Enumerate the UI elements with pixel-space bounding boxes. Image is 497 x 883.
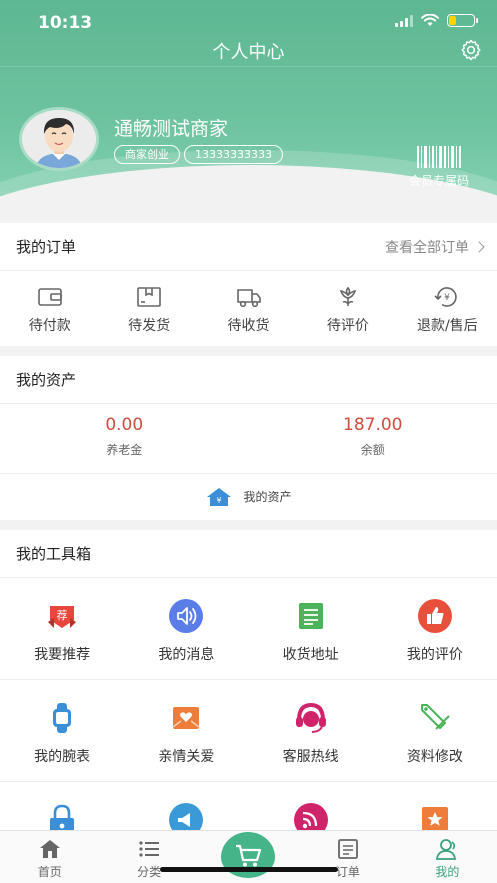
order-pending-shipment-label: 待发货 — [128, 318, 171, 334]
page-title: 个人中心 — [212, 42, 285, 63]
tab-orders-label: 订单 — [335, 865, 360, 879]
tab-home-label: 首页 — [37, 865, 62, 879]
role-badge: 商家创业 — [114, 145, 180, 164]
chevron-right-icon — [473, 240, 485, 253]
svg-text:荐: 荐 — [57, 609, 68, 622]
flower-icon — [339, 286, 357, 306]
barcode-icon — [401, 146, 477, 168]
home-indicator — [160, 867, 338, 872]
pension-asset[interactable]: 0.00 养老金 — [0, 404, 249, 473]
list-icon — [139, 841, 160, 857]
member-code-label: 会员专属码 — [408, 174, 469, 188]
user-icon — [436, 839, 457, 860]
assets-header: 我的资产 — [0, 356, 497, 404]
my-assets-label: 我的资产 — [243, 490, 292, 504]
balance-value: 187.00 — [343, 415, 403, 435]
tool-messages-label: 我的消息 — [158, 647, 215, 663]
tool-hotline[interactable]: 客服热线 — [248, 680, 373, 782]
orders-header: 我的订单 查看全部订单 — [0, 223, 497, 271]
truck-icon — [236, 289, 261, 308]
headset-icon — [295, 702, 326, 733]
phone-badge: 13333333333 — [184, 145, 283, 164]
balance-asset[interactable]: 187.00 余额 — [249, 404, 497, 473]
tool-address[interactable]: 收货地址 — [248, 578, 373, 680]
avatar-illustration — [22, 110, 96, 168]
order-pending-receipt-label: 待收货 — [227, 318, 270, 334]
tool-family-care[interactable]: 亲情关爱 — [124, 680, 249, 782]
cart-icon — [236, 844, 262, 867]
user-name: 通畅测试商家 — [114, 118, 229, 140]
wifi-icon — [421, 14, 439, 26]
orders-title: 我的订单 — [16, 238, 77, 256]
tab-orders[interactable]: 订单 — [298, 831, 397, 883]
home-icon — [39, 840, 60, 858]
settings-gear-icon[interactable] — [459, 38, 483, 62]
order-pending-shipment[interactable]: 待发货 — [99, 271, 198, 346]
view-all-orders-link[interactable]: 查看全部订单 — [385, 237, 485, 257]
watch-icon — [53, 703, 72, 733]
thumbs-up-icon — [417, 599, 452, 633]
tool-recommend-label: 我要推荐 — [34, 647, 91, 663]
view-all-orders-label: 查看全部订单 — [385, 239, 469, 256]
tab-mine-label: 我的 — [435, 865, 460, 879]
order-status-row: 待付款 待发货 待收货 待评价 ¥ 退款/售后 — [0, 271, 497, 346]
pension-value: 0.00 — [105, 415, 144, 435]
order-refund[interactable]: ¥ 退款/售后 — [398, 271, 497, 346]
house-coin-icon: ¥ — [207, 487, 232, 506]
tool-watch-label: 我的腕表 — [34, 749, 91, 765]
tool-family-care-label: 亲情关爱 — [158, 749, 215, 765]
heart-mail-icon — [172, 707, 200, 729]
toolbox-title: 我的工具箱 — [16, 545, 92, 563]
assets-title: 我的资产 — [16, 371, 77, 389]
tool-hotline-label: 客服热线 — [282, 749, 339, 765]
package-icon — [137, 287, 161, 307]
tab-category-label: 分类 — [137, 865, 162, 879]
signal-icon — [395, 14, 413, 27]
profile-header: 10:13 个人中心 通畅测试商家 商家创业 13333333333 会员专属码 — [0, 0, 497, 214]
tool-reviews[interactable]: 我的评价 — [372, 578, 497, 680]
tab-category[interactable]: 分类 — [99, 831, 198, 883]
nav-divider — [0, 66, 497, 67]
tab-mine[interactable]: 我的 — [398, 831, 497, 883]
orders-card: 我的订单 查看全部订单 待付款 待发货 待收货 待评价 ¥ 退款/售后 — [0, 223, 497, 346]
toolbox-header: 我的工具箱 — [0, 530, 497, 578]
tool-recommend[interactable]: 荐 我要推荐 — [0, 578, 125, 680]
toolbox-card: 我的工具箱 荐 我要推荐 我的消息 收货地址 我的评价 我的腕表 亲情关爱 客服… — [0, 530, 497, 837]
recommend-badge-icon: 荐 — [48, 606, 77, 628]
asset-values-row: 0.00 养老金 187.00 余额 — [0, 404, 497, 474]
balance-label: 余额 — [360, 443, 385, 457]
tool-edit-profile[interactable]: 资料修改 — [372, 680, 497, 782]
battery-icon — [447, 14, 478, 27]
member-code-button[interactable]: 会员专属码 — [401, 146, 477, 189]
tool-reviews-label: 我的评价 — [406, 647, 463, 663]
tab-home[interactable]: 首页 — [0, 831, 99, 883]
tool-address-label: 收货地址 — [282, 647, 339, 663]
refund-icon: ¥ — [434, 287, 458, 307]
svg-text:¥: ¥ — [217, 496, 222, 505]
tool-messages[interactable]: 我的消息 — [124, 578, 249, 680]
order-pending-payment[interactable]: 待付款 — [0, 271, 99, 346]
assets-card: 我的资产 0.00 养老金 187.00 余额 ¥ 我的资产 — [0, 356, 497, 520]
order-list-icon — [338, 839, 358, 859]
order-pending-receipt[interactable]: 待收货 — [199, 271, 298, 346]
svg-text:¥: ¥ — [444, 293, 450, 303]
tool-edit-profile-label: 资料修改 — [406, 749, 463, 765]
wallet-icon — [37, 288, 62, 306]
my-assets-button[interactable]: ¥ 我的资产 — [0, 474, 497, 519]
address-note-icon — [298, 603, 323, 629]
avatar[interactable] — [19, 107, 99, 171]
order-pending-payment-label: 待付款 — [28, 318, 71, 334]
pension-label: 养老金 — [106, 443, 143, 457]
order-refund-label: 退款/售后 — [416, 318, 478, 334]
status-time: 10:13 — [38, 13, 93, 33]
order-pending-review[interactable]: 待评价 — [298, 271, 397, 346]
tag-edit-icon — [420, 704, 450, 730]
user-tags: 商家创业 13333333333 — [114, 145, 283, 164]
status-icons — [395, 14, 478, 27]
tool-watch[interactable]: 我的腕表 — [0, 680, 125, 782]
speaker-icon — [169, 599, 204, 633]
order-pending-review-label: 待评价 — [326, 318, 369, 334]
